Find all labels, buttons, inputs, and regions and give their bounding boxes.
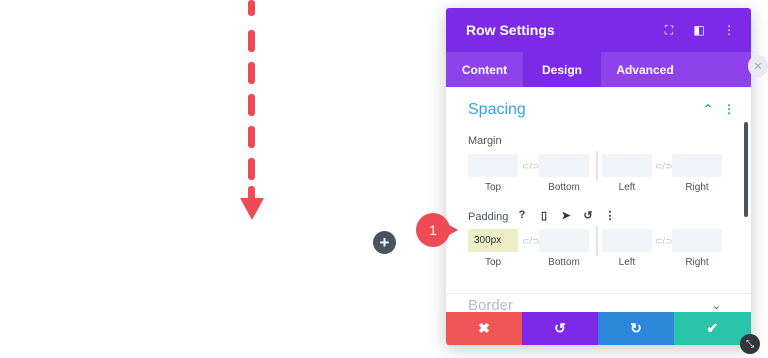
- add-row-button[interactable]: +: [373, 231, 396, 254]
- builder-canvas: + Row Settings ⛶ ◧ ⋮ Content Design Adva…: [0, 0, 768, 358]
- row-settings-modal: Row Settings ⛶ ◧ ⋮ Content Design Advanc…: [446, 8, 751, 345]
- margin-left-label: Left: [618, 182, 636, 193]
- spacing-section-title[interactable]: Spacing: [468, 101, 526, 119]
- side-close-icon[interactable]: ✕: [748, 55, 768, 77]
- margin-top-input[interactable]: [468, 154, 518, 177]
- tab-advanced[interactable]: Advanced: [601, 52, 689, 87]
- margin-right-label: Right: [685, 182, 709, 193]
- settings-body: Spacing ⌃ ⋮ Margin ⊂/⊃ ⊂/⊃ Top Bottom Le…: [446, 87, 751, 312]
- arrow-dash: [248, 126, 255, 148]
- redo-button[interactable]: ↻: [598, 312, 674, 345]
- tab-design[interactable]: Design: [523, 52, 601, 87]
- hover-cursor-icon[interactable]: ➤: [560, 209, 572, 222]
- divider: [596, 226, 598, 256]
- fullscreen-icon[interactable]: ⛶: [661, 23, 677, 38]
- divider: [596, 151, 598, 181]
- header-icons: ⛶ ◧ ⋮: [661, 8, 737, 52]
- arrow-dash: [248, 30, 255, 52]
- modal-header: Row Settings ⛶ ◧ ⋮: [446, 8, 751, 52]
- help-icon[interactable]: ?: [516, 209, 528, 222]
- padding-left-label: Left: [618, 257, 636, 268]
- save-button[interactable]: ✔: [674, 312, 751, 345]
- padding-right-label: Right: [685, 257, 709, 268]
- arrow-head: [240, 198, 264, 220]
- section-divider: [446, 293, 751, 294]
- chevron-up-icon[interactable]: ⌃: [703, 102, 713, 116]
- scrollbar[interactable]: [744, 122, 748, 217]
- link-icon[interactable]: ⊂/⊃: [655, 161, 673, 172]
- tab-content[interactable]: Content: [446, 52, 523, 87]
- tab-bar: Content Design Advanced: [446, 52, 751, 87]
- link-icon[interactable]: ⊂/⊃: [522, 161, 540, 172]
- modal-title: Row Settings: [466, 22, 555, 38]
- margin-right-input[interactable]: [672, 154, 722, 177]
- margin-bottom-input[interactable]: [539, 154, 589, 177]
- resize-handle-icon[interactable]: ⤡: [740, 334, 760, 354]
- link-icon[interactable]: ⊂/⊃: [522, 236, 540, 247]
- modal-footer: ✖ ↺ ↻ ✔: [446, 312, 751, 345]
- arrow-dash: [248, 0, 255, 16]
- padding-right-input[interactable]: [672, 229, 722, 252]
- margin-label: Margin: [468, 135, 502, 147]
- spacing-section-icons: ⌃ ⋮: [703, 102, 735, 116]
- discard-button[interactable]: ✖: [446, 312, 522, 345]
- padding-option-icons: ? ▯ ➤ ↺ ⋮: [516, 209, 616, 222]
- split-view-icon[interactable]: ◧: [691, 23, 707, 37]
- arrow-dash: [248, 62, 255, 84]
- arrow-dash: [248, 94, 255, 116]
- margin-left-input[interactable]: [602, 154, 652, 177]
- responsive-phone-icon[interactable]: ▯: [538, 209, 550, 222]
- arrow-dash: [248, 158, 255, 180]
- reset-icon[interactable]: ↺: [582, 209, 594, 222]
- border-section-title[interactable]: Border: [468, 297, 513, 312]
- margin-top-label: Top: [484, 182, 502, 193]
- padding-bottom-label: Bottom: [548, 257, 580, 268]
- step-callout: 1: [416, 213, 466, 247]
- chevron-down-icon[interactable]: ⌄: [712, 299, 721, 312]
- undo-button[interactable]: ↺: [522, 312, 598, 345]
- padding-bottom-input[interactable]: [539, 229, 589, 252]
- section-menu-icon[interactable]: ⋮: [723, 102, 735, 116]
- padding-left-input[interactable]: [602, 229, 652, 252]
- padding-label: Padding: [468, 211, 509, 223]
- more-options-icon[interactable]: ⋮: [721, 23, 737, 37]
- padding-top-input[interactable]: 300px: [468, 229, 518, 252]
- more-icon[interactable]: ⋮: [604, 209, 616, 222]
- link-icon[interactable]: ⊂/⊃: [655, 236, 673, 247]
- padding-top-label: Top: [484, 257, 502, 268]
- margin-bottom-label: Bottom: [548, 182, 580, 193]
- callout-number: 1: [416, 213, 450, 247]
